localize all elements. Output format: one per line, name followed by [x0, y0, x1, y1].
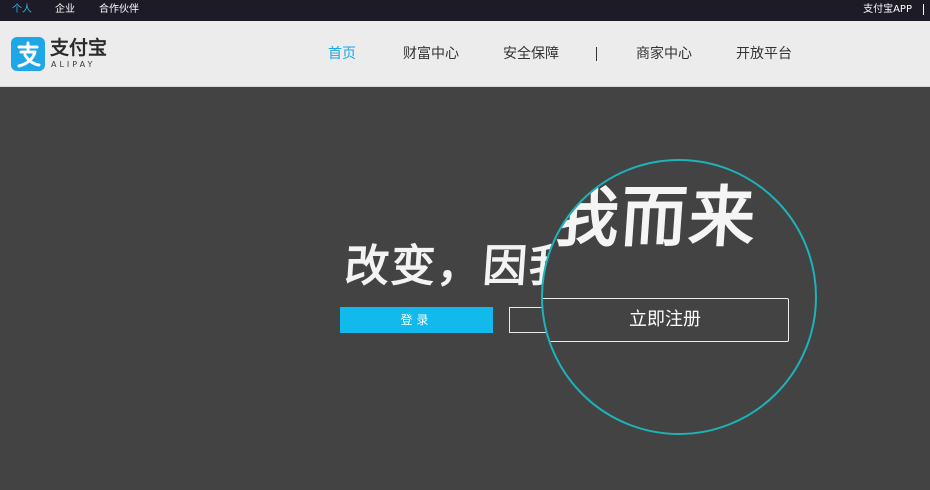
- nav-merchant-center[interactable]: 商家中心: [636, 45, 692, 63]
- magnified-register-button[interactable]: 立即注册: [543, 298, 789, 342]
- topbar-link-partners[interactable]: 合作伙伴: [99, 3, 139, 17]
- logo-text-en: ALIPAY: [51, 60, 96, 69]
- nav-security[interactable]: 安全保障: [503, 45, 559, 63]
- topbar-divider: [923, 4, 924, 15]
- alipay-logo[interactable]: 支付宝 ALIPAY: [11, 37, 111, 73]
- site-header: 支付宝 ALIPAY 首页 财富中心 安全保障 商家中心 开放平台: [0, 21, 930, 87]
- topbar-app-link[interactable]: 支付宝APP: [863, 3, 912, 17]
- logo-text-cn: 支付宝: [50, 37, 108, 59]
- nav-open-platform[interactable]: 开放平台: [736, 45, 792, 63]
- nav-wealth-center[interactable]: 财富中心: [403, 45, 459, 63]
- nav-home[interactable]: 首页: [328, 45, 356, 63]
- login-button[interactable]: 登录: [340, 307, 493, 333]
- magnified-slogan: 我而来: [550, 178, 760, 256]
- nav-divider: [596, 47, 597, 61]
- topbar-link-enterprise[interactable]: 企业: [55, 3, 75, 17]
- topbar-link-personal[interactable]: 个人: [12, 3, 32, 17]
- hero-banner: 改变，因我 登录 我而来 立即注册: [0, 87, 930, 490]
- magnifier-lens: 我而来 立即注册: [541, 159, 817, 435]
- top-bar: 个人 企业 合作伙伴 支付宝APP: [0, 0, 930, 21]
- alipay-logo-icon: [11, 37, 45, 71]
